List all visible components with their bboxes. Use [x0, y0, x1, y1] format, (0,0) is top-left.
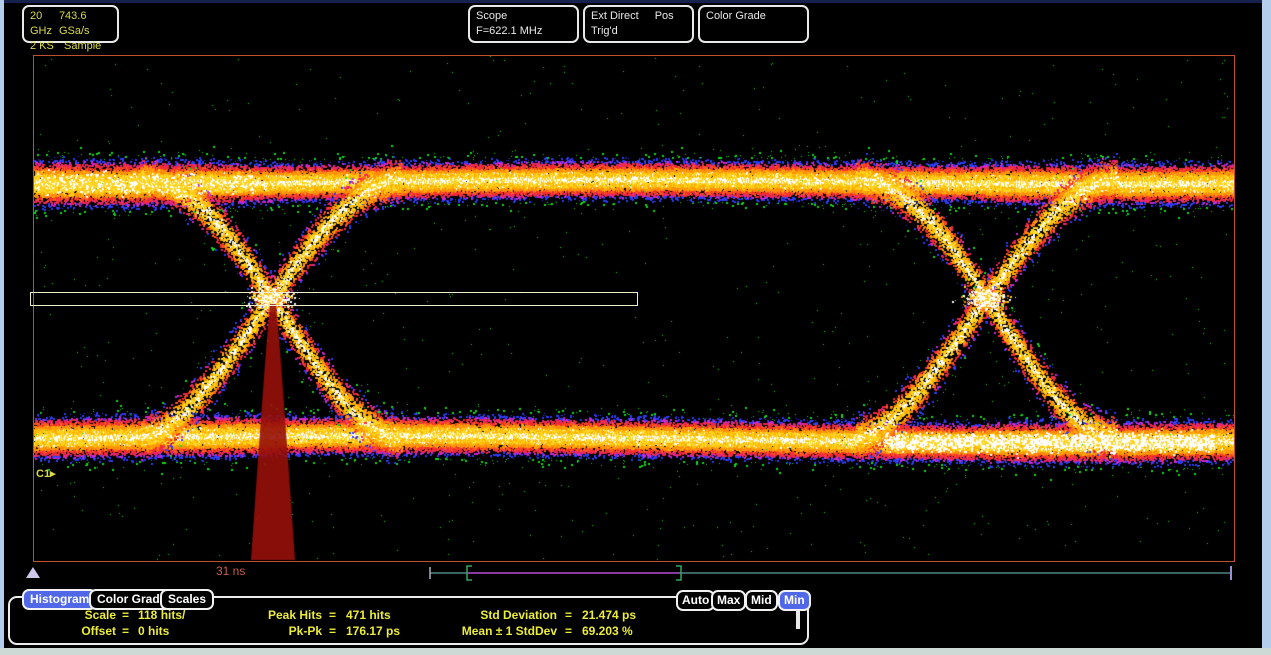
tab-histogram[interactable]: Histogram	[22, 589, 97, 610]
equals-sign: =	[122, 624, 129, 638]
sample-rate-value: 743.6 GSa/s	[59, 9, 111, 39]
stat-peak-hits-value: 471 hits	[346, 608, 391, 622]
stat-stddev-value: 21.474 ps	[582, 608, 636, 622]
frame-right-edge	[1262, 0, 1271, 655]
channel-label-c1[interactable]: C1▸	[36, 467, 56, 480]
acquisition-mode-value: Sample	[64, 39, 101, 54]
measurement-cursor-line[interactable]	[425, 561, 1240, 585]
button-min[interactable]: Min	[778, 590, 811, 611]
scope-frequency: F=622.1 MHz	[476, 24, 542, 39]
tab-scales[interactable]: Scales	[160, 589, 214, 610]
stat-stddev-label: Std Deviation	[405, 608, 557, 622]
frame-bottom-edge	[0, 648, 1271, 655]
acquisition-summary-box[interactable]: 20 GHz 743.6 GSa/s 2 KS Sample	[22, 5, 119, 43]
scope-title: Scope	[476, 9, 507, 24]
waveform-display-area[interactable]	[33, 55, 1235, 562]
histogram-window-box[interactable]	[30, 292, 638, 306]
timebase-label: 31 ns	[216, 564, 245, 578]
stat-pkpk-value: 176.17 ps	[346, 624, 400, 638]
button-max[interactable]: Max	[711, 590, 746, 611]
trigger-position-marker[interactable]	[25, 566, 42, 580]
stat-scale-label: Scale	[24, 608, 116, 622]
trigger-slope: Pos	[655, 9, 674, 24]
stat-scale-value: 118 hits/	[138, 608, 185, 622]
histogram-stats-panel: Histogram Color Grade Scales Auto Max Mi…	[8, 596, 809, 645]
equals-sign: =	[122, 608, 129, 622]
stat-mean-stddev-value: 69.203 %	[582, 624, 633, 638]
bandwidth-value: 20 GHz	[30, 9, 59, 39]
equals-sign: =	[329, 624, 336, 638]
stat-offset-value: 0 hits	[138, 624, 169, 638]
scope-status-box[interactable]: Scope F=622.1 MHz	[468, 5, 579, 43]
equals-sign: =	[329, 608, 336, 622]
stat-peak-hits-label: Peak Hits	[210, 608, 322, 622]
oscilloscope-screen: 20 GHz 743.6 GSa/s 2 KS Sample Scope F=6…	[0, 0, 1271, 655]
record-length-value: 2 KS	[30, 39, 64, 54]
stat-mean-stddev-label: Mean ± 1 StdDev	[405, 624, 557, 638]
trigger-state: Trig'd	[591, 24, 618, 39]
button-mid[interactable]: Mid	[745, 590, 778, 611]
trigger-status-box[interactable]: Ext Direct Pos Trig'd	[583, 5, 694, 43]
equals-sign: =	[565, 624, 572, 638]
frame-left-edge	[0, 0, 4, 655]
panel-resize-handle[interactable]	[796, 610, 800, 629]
eye-diagram-persistence	[34, 56, 1234, 561]
trigger-source: Ext Direct	[591, 9, 639, 24]
display-mode-title: Color Grade	[706, 9, 766, 24]
display-mode-box[interactable]: Color Grade	[698, 5, 809, 43]
stat-pkpk-label: Pk-Pk	[210, 624, 322, 638]
button-auto[interactable]: Auto	[676, 590, 715, 611]
stat-offset-label: Offset	[24, 624, 116, 638]
equals-sign: =	[565, 608, 572, 622]
frame-top-edge	[0, 0, 1271, 3]
